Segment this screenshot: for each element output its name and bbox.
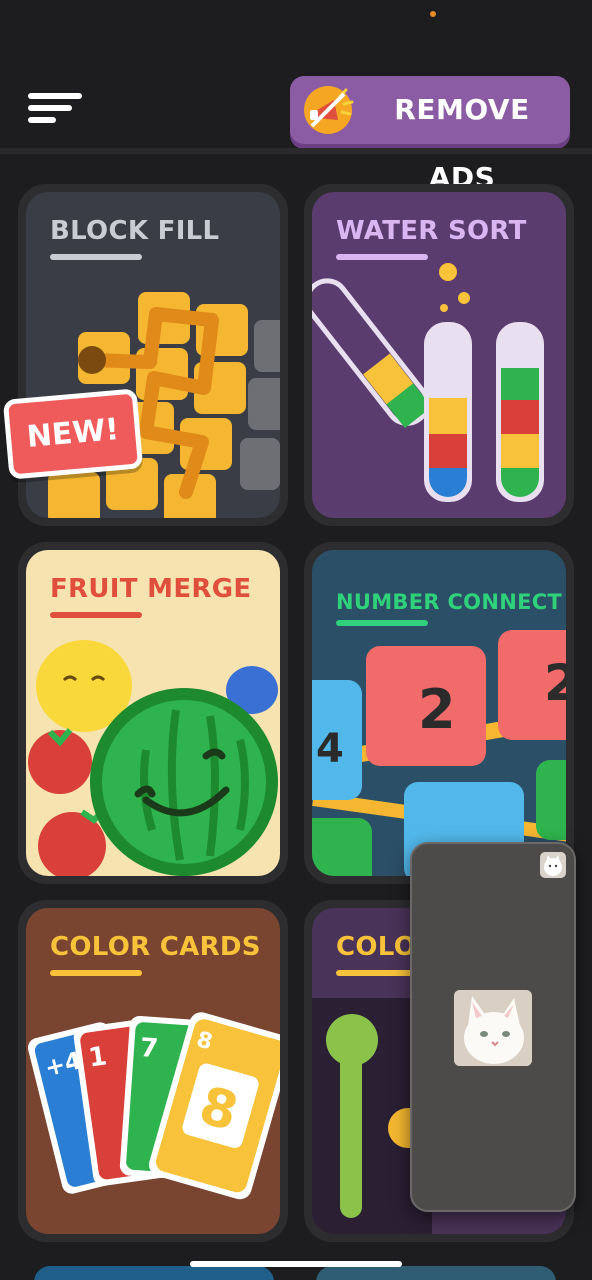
water-sort-art <box>312 263 544 502</box>
svg-text:4: 4 <box>316 726 344 772</box>
new-badge: NEW! <box>2 388 144 480</box>
game-card-color-cards[interactable]: COLOR CARDS +4 1 7 88 <box>18 900 288 1242</box>
header-divider <box>0 148 592 154</box>
megaphone-no-ads-icon <box>304 86 354 134</box>
svg-text:7: 7 <box>139 1033 159 1064</box>
game-card-water-sort[interactable]: WATER SORT <box>304 184 574 526</box>
cat-thumbnail-icon[interactable] <box>540 852 566 878</box>
top-bar: REMOVE ADS <box>0 60 592 194</box>
game-card-fruit-merge[interactable]: FRUIT MERGE <box>18 542 288 884</box>
game-card-number-connect[interactable]: NUMBER CONNECT 2 2 4 <box>304 542 574 884</box>
next-row-card-peek <box>316 1266 556 1280</box>
home-indicator[interactable] <box>190 1261 402 1267</box>
fruit-merge-art <box>28 640 278 876</box>
svg-text:2: 2 <box>418 678 456 741</box>
status-dot <box>430 11 436 17</box>
color-cards-art: +4 1 7 88 <box>28 1012 280 1200</box>
next-row-card-peek <box>34 1266 274 1280</box>
hamburger-menu-icon[interactable] <box>28 93 84 125</box>
remove-ads-label: REMOVE ADS <box>394 93 530 194</box>
cat-photo-icon <box>454 990 532 1066</box>
pip-video-overlay[interactable] <box>410 842 576 1212</box>
number-connect-art: 2 2 4 <box>312 630 566 876</box>
remove-ads-button[interactable]: REMOVE ADS <box>290 76 570 194</box>
svg-text:2: 2 <box>544 654 566 712</box>
